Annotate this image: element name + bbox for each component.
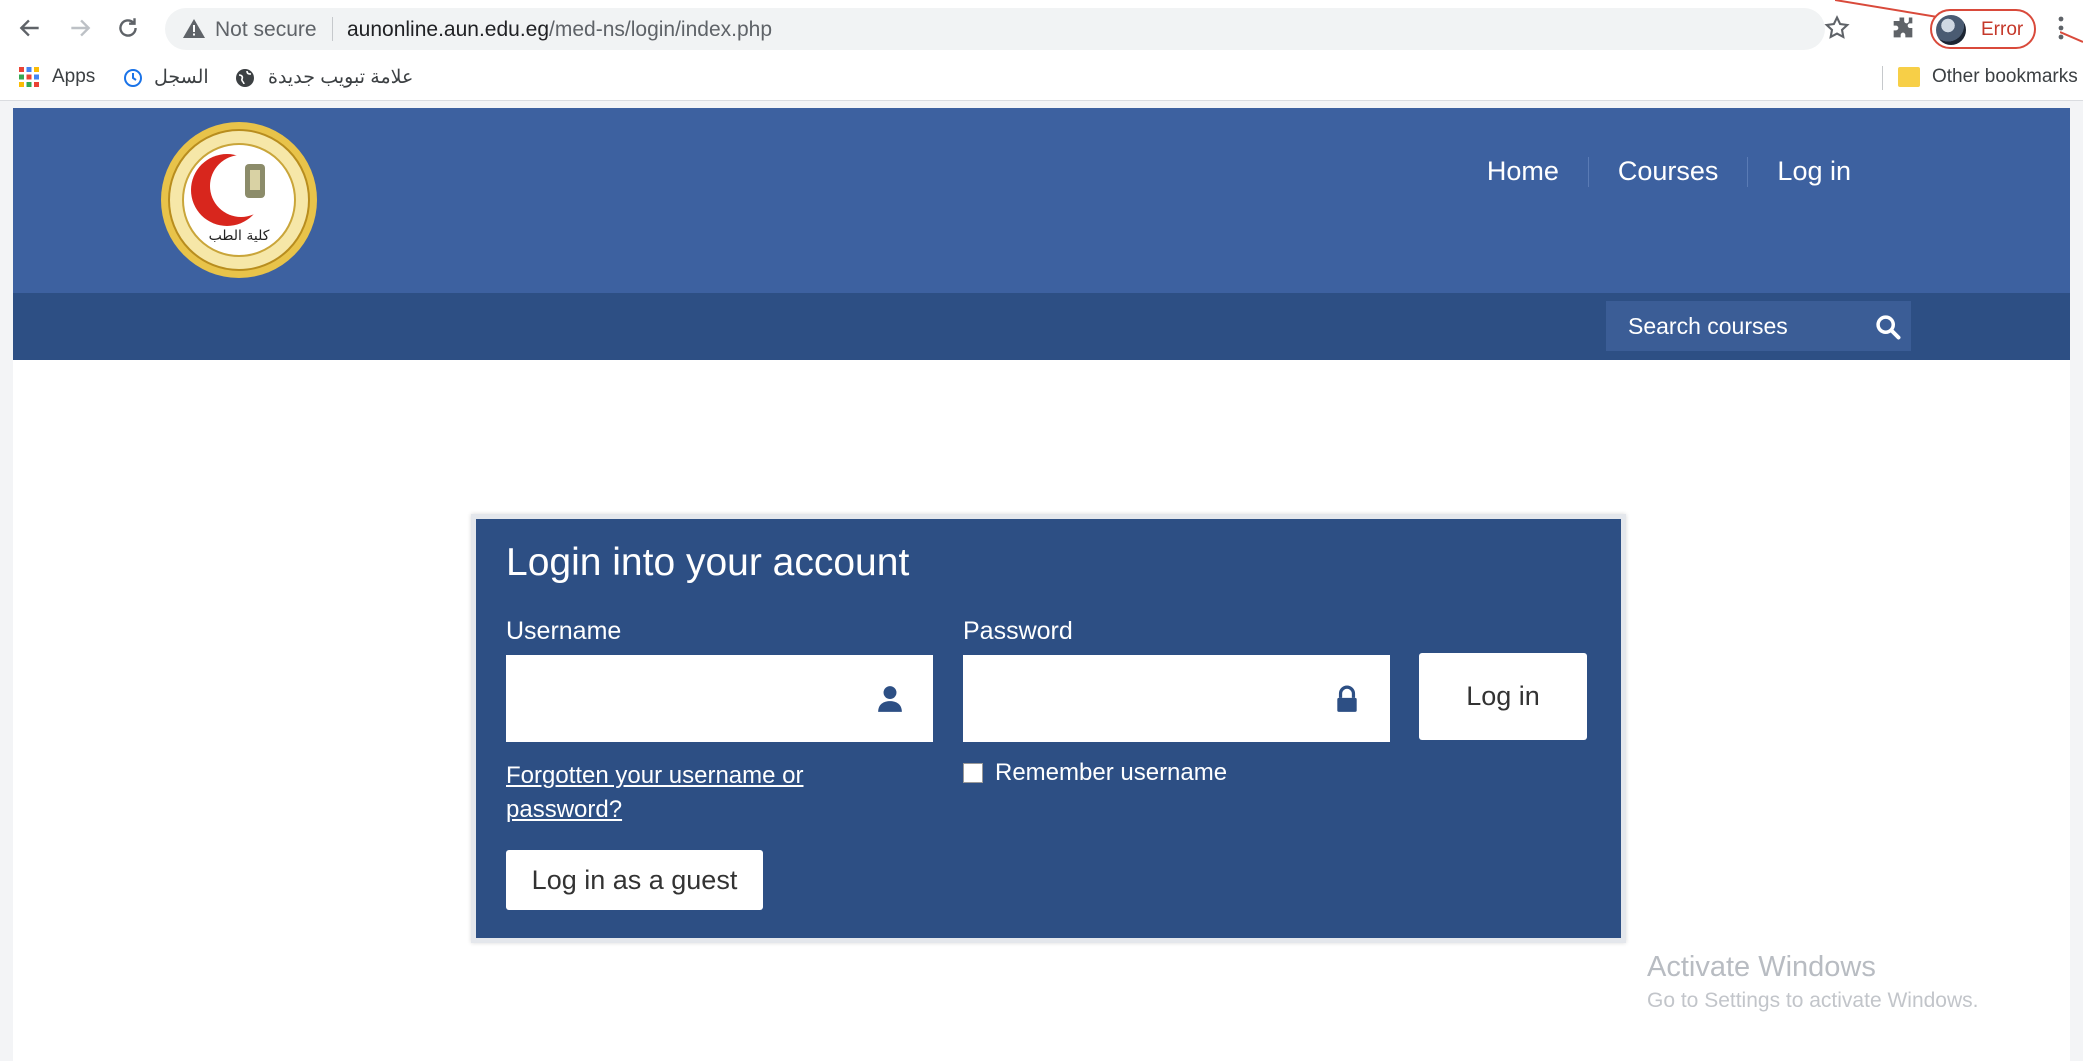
other-bookmarks-label: Other bookmarks xyxy=(1932,66,2078,87)
guest-login-button[interactable]: Log in as a guest xyxy=(506,850,763,910)
login-card: Login into your account Username Passwor… xyxy=(471,514,1626,943)
bookmark-history-label: السجل xyxy=(154,67,209,88)
globe-icon xyxy=(236,68,254,87)
address-bar[interactable]: Not secure aunonline.aun.edu.eg/med-ns/l… xyxy=(165,8,1825,50)
back-arrow-icon xyxy=(19,19,39,37)
nav-home[interactable]: Home xyxy=(1458,156,1588,187)
folder-icon xyxy=(1898,67,1920,87)
remember-checkbox[interactable] xyxy=(963,763,983,783)
logo-arabic-text: كلية الطب xyxy=(209,228,270,244)
other-bookmarks[interactable]: Other bookmarks xyxy=(1898,66,2078,88)
password-field-wrap xyxy=(963,655,1390,742)
bookmark-new-tab[interactable]: علامة تبويب جديدة xyxy=(234,66,413,89)
profile-error-button[interactable]: Error xyxy=(1930,9,2036,49)
back-button[interactable] xyxy=(12,10,48,46)
user-icon xyxy=(878,686,902,712)
reload-button[interactable] xyxy=(110,10,146,46)
search-placeholder: Search courses xyxy=(1628,313,1788,339)
username-input[interactable] xyxy=(506,655,933,742)
forward-button[interactable] xyxy=(62,10,98,46)
login-title: Login into your account xyxy=(506,541,910,584)
address-divider xyxy=(332,17,333,41)
profile-avatar xyxy=(1936,15,1966,45)
warning-icon xyxy=(183,19,205,38)
url-text: aunonline.aun.edu.eg/med-ns/login/index.… xyxy=(347,18,772,42)
reload-icon xyxy=(119,18,137,37)
site-header: كلية الطب Home Courses Log in xyxy=(13,108,2070,293)
login-button[interactable]: Log in xyxy=(1419,653,1587,740)
bookmark-history[interactable]: السجل xyxy=(122,66,209,89)
forgot-password-link[interactable]: Forgotten your username or password? xyxy=(506,759,826,827)
browser-toolbar: Not secure aunonline.aun.edu.eg/med-ns/l… xyxy=(0,0,2083,56)
search-icon[interactable] xyxy=(1874,313,1902,341)
apps-grid-icon xyxy=(19,67,39,87)
nav-login[interactable]: Log in xyxy=(1748,156,1880,187)
bookmark-apps[interactable]: Apps xyxy=(18,66,95,88)
url-host: aunonline.aun.edu.eg xyxy=(347,18,550,41)
username-field-wrap xyxy=(506,655,933,742)
bookmarks-divider xyxy=(1882,66,1883,90)
activate-windows-subtitle: Go to Settings to activate Windows. xyxy=(1647,989,1979,1012)
username-label: Username xyxy=(506,617,622,645)
search-bar-strip: Search courses xyxy=(13,293,2070,360)
bookmark-apps-label: Apps xyxy=(52,66,96,87)
extensions-puzzle-icon[interactable] xyxy=(1889,14,1917,42)
remember-username[interactable]: Remember username xyxy=(963,759,1227,787)
url-path: /med-ns/login/index.php xyxy=(549,18,773,41)
remember-username-label: Remember username xyxy=(995,759,1228,786)
lock-icon xyxy=(1337,685,1357,712)
bookmark-star-icon[interactable] xyxy=(1823,14,1851,42)
password-input[interactable] xyxy=(963,655,1390,742)
forward-arrow-icon xyxy=(71,19,91,37)
top-navigation: Home Courses Log in xyxy=(1458,156,1880,187)
profile-error-label: Error xyxy=(1981,19,2024,40)
bookmarks-bar: Apps السجل علامة تبويب جديدة Other bookm… xyxy=(0,56,2083,101)
not-secure-label: Not secure xyxy=(215,18,317,41)
history-icon xyxy=(124,68,142,87)
activate-windows-title: Activate Windows xyxy=(1647,951,1876,983)
nav-courses[interactable]: Courses xyxy=(1589,156,1748,187)
annotation-line-2 xyxy=(2060,31,2083,43)
search-courses-input[interactable]: Search courses xyxy=(1606,301,1911,351)
faculty-logo[interactable]: كلية الطب xyxy=(159,120,319,280)
password-label: Password xyxy=(963,617,1073,645)
bookmark-new-tab-label: علامة تبويب جديدة xyxy=(268,67,414,88)
